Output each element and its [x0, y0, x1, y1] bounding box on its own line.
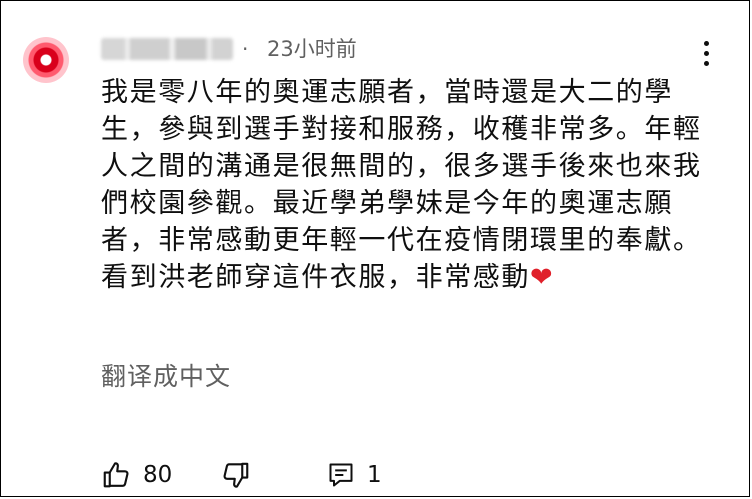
comment-line: 看到洪老師穿這件衣服，非常感動 — [101, 262, 530, 293]
comment-text: 我是零八年的奧運志願者，當時還是大二的學 生，參與到選手對接和服務，收穫非常多。… — [101, 74, 731, 296]
comment-line: 者，非常感動更年輕一代在疫情閉環里的奉獻。 — [101, 225, 702, 256]
comment-reply-icon — [327, 460, 355, 490]
comment-card: · 23小时前 我是零八年的奧運志願者，當時還是大二的學 生，參與到選手對接和服… — [0, 0, 750, 497]
like-button[interactable]: 80 — [101, 458, 172, 492]
like-count: 80 — [143, 462, 173, 488]
comment-actions: 80 1 — [101, 458, 401, 492]
comment-line: 們校園參觀。最近學弟學妹是今年的奧運志願 — [101, 188, 673, 219]
comment-line: 我是零八年的奧運志願者，當時還是大二的學 — [101, 77, 673, 108]
translate-link[interactable]: 翻译成中文 — [101, 357, 231, 393]
thumb-down-icon — [221, 460, 251, 490]
reply-button[interactable]: 1 — [327, 458, 382, 492]
dislike-button[interactable] — [221, 458, 251, 492]
thumb-up-icon — [101, 460, 131, 490]
comment-line: 人之間的溝通是很無間的，很多選手後來也來我 — [101, 151, 702, 182]
author-name-blurred[interactable] — [101, 38, 233, 60]
separator-dot: · — [242, 37, 249, 61]
comment-line: 生，參與到選手對接和服務，收穫非常多。年輕 — [101, 114, 702, 145]
comment-timestamp[interactable]: 23小时前 — [267, 38, 357, 60]
more-vert-icon[interactable] — [697, 39, 717, 69]
heart-emoji: ❤ — [530, 262, 555, 293]
avatar[interactable] — [23, 37, 69, 83]
reply-count: 1 — [367, 462, 382, 488]
